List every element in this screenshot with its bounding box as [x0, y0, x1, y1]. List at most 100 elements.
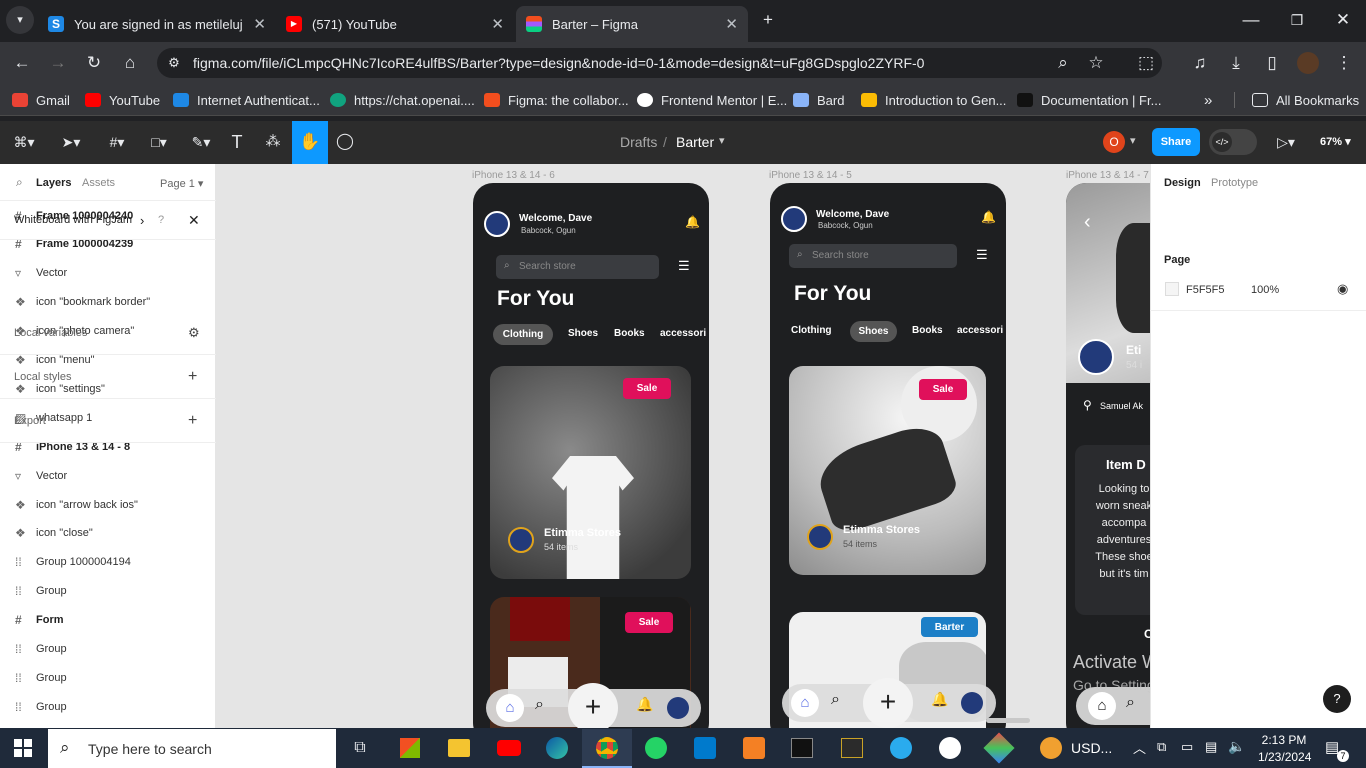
microsoft-store-icon[interactable] [400, 738, 420, 758]
bookmark-documentation[interactable]: Documentation | Fr... [1017, 90, 1161, 110]
page-color-value[interactable]: F5F5F5 [1186, 284, 1225, 296]
profile-avatar[interactable] [1297, 52, 1319, 74]
home-icon[interactable]: ⌂ [116, 49, 144, 77]
category-books[interactable]: Books [912, 325, 943, 336]
bookmark-bard[interactable]: Bard [793, 90, 844, 110]
back-icon[interactable]: ← [8, 49, 36, 77]
category-books[interactable]: Books [614, 328, 645, 339]
tab-search-chevron-icon[interactable]: ▾ [6, 6, 34, 34]
product-card[interactable]: Sale Etimma Stores 54 items [789, 366, 986, 575]
side-panel-icon[interactable]: ▯ [1258, 49, 1286, 77]
battery-icon[interactable]: ▭ [1181, 739, 1193, 755]
bell-icon[interactable]: 🔔 [685, 215, 700, 229]
home-icon[interactable]: ⌂ [791, 689, 819, 717]
tab-signed-in[interactable]: S You are signed in as metileluj ✕ [38, 6, 276, 42]
layer-row[interactable]: ▿ Vector [0, 461, 216, 490]
canvas-scrollbar[interactable] [986, 718, 1030, 723]
window-close-icon[interactable]: ✕ [1329, 6, 1357, 34]
comment-tool-icon[interactable]: ◯ [331, 128, 359, 156]
close-icon[interactable]: ✕ [188, 212, 200, 229]
all-bookmarks[interactable]: All Bookmarks [1252, 90, 1359, 110]
tab-layers[interactable]: Layers [36, 177, 71, 189]
chrome-taskbar-item[interactable] [582, 729, 632, 768]
minimize-icon[interactable]: — [1237, 6, 1265, 34]
profile-avatar[interactable] [667, 697, 689, 719]
new-tab-icon[interactable]: + [754, 6, 782, 34]
file-name[interactable]: Barter [676, 134, 714, 150]
search-icon[interactable]: ⌕ [831, 691, 840, 709]
tray-app-icon[interactable]: ⧉ [1157, 739, 1166, 755]
product-card[interactable]: Sale Etimma Stores 54 items [490, 366, 691, 579]
tab-design[interactable]: Design [1164, 177, 1201, 189]
add-button[interactable]: + [568, 683, 618, 728]
category-shoes[interactable]: Shoes [850, 321, 897, 342]
local-variables-row[interactable]: Local variables ⚙ [0, 311, 216, 355]
tab-close-icon[interactable]: ✕ [725, 15, 738, 33]
user-avatar[interactable]: O [1103, 131, 1125, 153]
clock[interactable]: 2:13 PM 1/23/2024 [1258, 733, 1311, 764]
bookmark-gmail[interactable]: Gmail [12, 90, 70, 110]
text-tool-icon[interactable]: T [223, 128, 251, 156]
home-icon[interactable]: ⌂ [496, 694, 524, 722]
chrome-menu-icon[interactable]: ⋮ [1330, 49, 1358, 77]
local-styles-row[interactable]: Local styles + [0, 355, 216, 399]
phone-frame-6[interactable]: Welcome, Dave Babcock, Ogun 🔔 ⌕ Search s… [473, 183, 709, 728]
add-export-icon[interactable]: + [188, 412, 197, 430]
filter-icon[interactable]: ☰ [678, 258, 690, 274]
whatsapp-icon[interactable] [645, 737, 667, 759]
page-selector[interactable]: Page 1 ▾ [160, 177, 203, 190]
frame-label[interactable]: iPhone 13 & 14 - 6 [472, 170, 555, 181]
layer-row[interactable]: ❖ icon "close" [0, 519, 216, 548]
collaborators-chevron-icon[interactable]: ▾ [1130, 134, 1136, 147]
category-accessories[interactable]: accessori [660, 328, 706, 339]
tab-figma-barter[interactable]: Barter – Figma ✕ [516, 6, 748, 42]
frame-label[interactable]: iPhone 13 & 14 - 5 [769, 170, 852, 181]
phone-frame-7[interactable]: ‹ Eti 54 i ⚲ Samuel Ak Item D Looking to… [1066, 183, 1150, 728]
resources-tool-icon[interactable]: ⁂ [259, 128, 287, 156]
search-input[interactable]: ⌕ Search store [496, 255, 659, 279]
pen-tool-icon[interactable]: ✎▾ [185, 128, 217, 156]
breadcrumb-drafts[interactable]: Drafts [620, 134, 657, 150]
forward-icon[interactable]: → [44, 49, 72, 77]
tab-assets[interactable]: Assets [82, 177, 115, 189]
sublime-icon[interactable] [743, 737, 765, 759]
bell-icon[interactable]: 🔔 [636, 696, 653, 713]
arrow-back-icon[interactable]: ‹ [1084, 211, 1091, 234]
reload-icon[interactable]: ↻ [80, 49, 108, 77]
layer-row[interactable]: # Form [0, 606, 216, 635]
page-opacity-value[interactable]: 100% [1251, 284, 1279, 296]
layers-search-icon[interactable]: ⌕ [16, 175, 23, 190]
variables-settings-icon[interactable]: ⚙ [188, 325, 200, 341]
category-accessories[interactable]: accessori [957, 325, 1003, 336]
terminal-icon[interactable] [791, 738, 813, 758]
present-icon[interactable]: ▷▾ [1272, 128, 1300, 156]
bookmark-frontend-mentor[interactable]: Frontend Mentor | E... [637, 90, 787, 110]
figjam-banner[interactable]: Whiteboard with FigJam › ? ✕ [0, 200, 216, 240]
tab-close-icon[interactable]: ✕ [253, 15, 266, 33]
tab-prototype[interactable]: Prototype [1211, 177, 1258, 189]
bookmarks-overflow-icon[interactable]: » [1204, 90, 1212, 110]
download-icon[interactable]: ⤓ [1222, 49, 1250, 77]
layer-row[interactable]: ⁞⁞ Group [0, 577, 216, 606]
tray-chevron-icon[interactable]: ︿ [1133, 738, 1146, 757]
vscode-icon[interactable] [694, 737, 716, 759]
layer-row[interactable]: ▿ Vector [0, 259, 216, 288]
taskbar-search-box[interactable]: ⌕ Type here to search [48, 729, 336, 768]
hand-tool-button[interactable]: ✋ [292, 121, 328, 164]
tab-youtube[interactable]: ▶ (571) YouTube ✕ [276, 6, 514, 42]
shape-tool-icon[interactable]: □▾ [143, 128, 175, 156]
search-input[interactable]: ⌕ Search store [789, 244, 957, 268]
home-icon[interactable]: ⌂ [1088, 692, 1116, 720]
layer-row[interactable]: ⁞⁞ Group [0, 692, 216, 721]
volume-icon[interactable]: 🔈 [1228, 738, 1245, 755]
figma-main-menu-icon[interactable]: ⌘▾ [8, 128, 40, 156]
telegram-icon[interactable] [890, 737, 912, 759]
category-shoes[interactable]: Shoes [568, 328, 598, 339]
bookmark-intro-gen[interactable]: Introduction to Gen... [861, 90, 1006, 110]
layer-row[interactable]: ⁞⁞ Group 1000004194 [0, 548, 216, 577]
media-icon[interactable]: ♫ [1186, 49, 1214, 77]
site-info-icon[interactable]: ⚙ [160, 49, 188, 77]
search-icon[interactable]: ⌕ [535, 696, 544, 714]
export-row[interactable]: Export + [0, 399, 216, 443]
app-icon[interactable] [841, 738, 863, 758]
